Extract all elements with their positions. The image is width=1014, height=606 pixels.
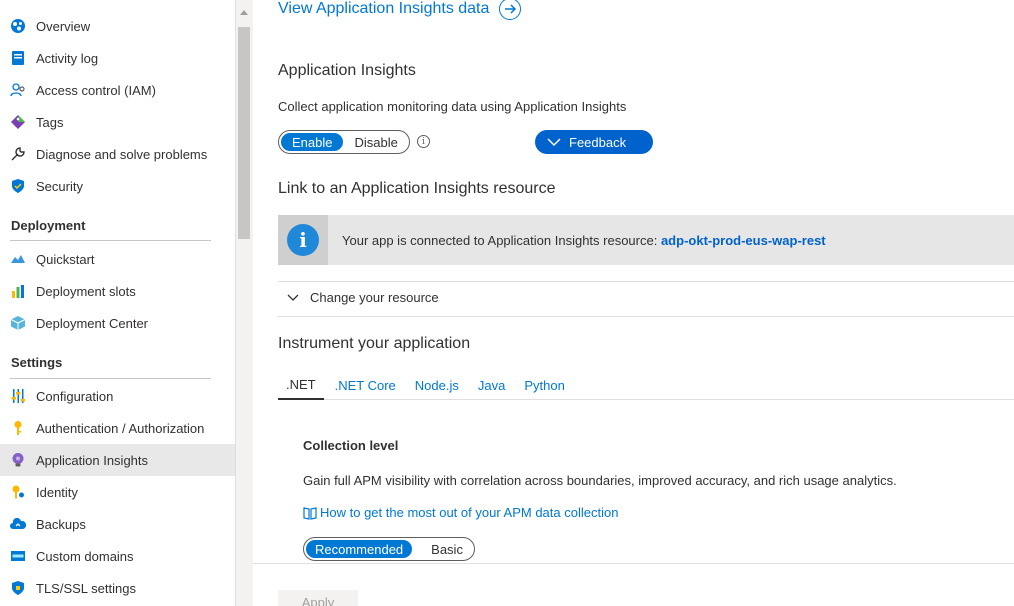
arrow-right-circle-icon	[499, 0, 522, 20]
divider	[278, 316, 1014, 317]
sidebar-item-label: Diagnose and solve problems	[36, 146, 208, 162]
domain-icon	[10, 548, 26, 564]
key-icon	[10, 420, 26, 436]
sidebar-scrollbar[interactable]	[235, 0, 253, 606]
sidebar-item-tls-ssl[interactable]: TLS/SSL settings	[0, 572, 235, 604]
info-bar-icon-cell: i	[278, 215, 328, 265]
sidebar-item-label: Backups	[36, 516, 86, 532]
sidebar-item-deployment-center[interactable]: Deployment Center	[0, 307, 235, 339]
section-title-app-insights: Application Insights	[278, 62, 416, 79]
sidebar-item-label: Activity log	[36, 50, 99, 66]
sidebar-item-configuration[interactable]: Configuration	[0, 380, 235, 412]
instrument-title: Instrument your application	[278, 335, 471, 352]
sidebar-item-label: Configuration	[36, 388, 114, 404]
collection-level-toggle[interactable]: Recommended Basic	[303, 537, 475, 561]
enable-disable-toggle[interactable]: Enable Disable	[278, 130, 410, 154]
collection-level-title: Collection level	[303, 438, 399, 453]
shield-icon	[10, 178, 26, 194]
section-heading-settings: Settings	[11, 355, 63, 370]
sidebar-item-activity-log[interactable]: Activity log	[0, 42, 235, 74]
section-description: Collect application monitoring data usin…	[278, 99, 627, 114]
connection-info-bar: i Your app is connected to Application I…	[278, 215, 1014, 265]
info-circle-icon: i	[287, 224, 319, 256]
toggle-disable-option[interactable]: Disable	[343, 133, 408, 151]
sidebar-item-custom-domains[interactable]: Custom domains	[0, 540, 235, 572]
sidebar-item-authentication[interactable]: Authentication / Authorization	[0, 412, 235, 444]
cloud-icon	[10, 251, 26, 267]
scroll-thumb[interactable]	[238, 27, 250, 239]
sidebar-item-security[interactable]: Security	[0, 170, 235, 202]
level-basic-option[interactable]: Basic	[412, 540, 482, 558]
sidebar: Overview Activity log Access control (IA…	[0, 0, 235, 606]
scroll-up-arrow-icon[interactable]	[240, 10, 248, 15]
overview-icon	[10, 18, 26, 34]
section-heading-deployment: Deployment	[11, 218, 86, 233]
feedback-button[interactable]: Feedback	[535, 130, 653, 154]
feedback-label: Feedback	[569, 134, 627, 150]
info-message: Your app is connected to Application Ins…	[342, 233, 826, 248]
link-resource-title: Link to an Application Insights resource	[278, 180, 556, 197]
sidebar-item-application-insights[interactable]: Application Insights	[0, 444, 235, 476]
identity-key-icon	[10, 484, 26, 500]
tab-dotnet[interactable]: .NET	[278, 370, 324, 400]
sidebar-item-label: Security	[36, 178, 83, 194]
sidebar-item-label: Access control (IAM)	[36, 82, 156, 98]
sidebar-item-backups[interactable]: Backups	[0, 508, 235, 540]
wrench-icon	[10, 146, 26, 162]
divider	[253, 563, 1014, 564]
activity-log-icon	[10, 50, 26, 66]
tab-nodejs[interactable]: Node.js	[407, 370, 467, 400]
view-insights-data-label: View Application Insights data	[278, 0, 490, 17]
change-resource-label: Change your resource	[310, 290, 439, 305]
info-message-text: Your app is connected to Application Ins…	[342, 232, 661, 248]
bar-chart-icon	[10, 283, 26, 299]
info-icon[interactable]: i	[417, 135, 430, 148]
people-icon	[10, 82, 26, 98]
sidebar-item-label: Custom domains	[36, 548, 134, 564]
apply-button[interactable]: Apply	[278, 590, 358, 606]
sidebar-item-label: Deployment slots	[36, 283, 136, 299]
sidebar-item-diagnose[interactable]: Diagnose and solve problems	[0, 138, 235, 170]
sliders-icon	[10, 388, 26, 404]
sidebar-item-deployment-slots[interactable]: Deployment slots	[0, 275, 235, 307]
cube-icon	[10, 315, 26, 331]
sidebar-item-overview[interactable]: Overview	[0, 10, 235, 42]
backup-cloud-icon	[10, 516, 26, 532]
language-tabs: .NET .NET Core Node.js Java Python	[278, 370, 1014, 400]
sidebar-item-label: Authentication / Authorization	[36, 420, 205, 436]
ssl-shield-icon	[10, 580, 26, 596]
tab-dotnet-core[interactable]: .NET Core	[327, 370, 404, 400]
toggle-enable-option[interactable]: Enable	[281, 133, 344, 151]
sidebar-item-access-control[interactable]: Access control (IAM)	[0, 74, 235, 106]
view-insights-data-link[interactable]: View Application Insights data	[278, 0, 522, 20]
book-icon	[303, 506, 317, 520]
collection-description: Gain full APM visibility with correlatio…	[303, 473, 897, 488]
tab-java[interactable]: Java	[470, 370, 513, 400]
divider	[10, 240, 211, 241]
main-content: View Application Insights data Applicati…	[253, 0, 1014, 606]
sidebar-item-label: Application Insights	[36, 452, 149, 468]
tab-python[interactable]: Python	[516, 370, 572, 400]
sidebar-item-label: Deployment Center	[36, 315, 148, 331]
level-recommended-option[interactable]: Recommended	[306, 540, 413, 558]
chevron-down-icon	[287, 294, 299, 301]
tag-icon	[10, 114, 26, 130]
sidebar-item-label: Quickstart	[36, 251, 95, 267]
sidebar-item-identity[interactable]: Identity	[0, 476, 235, 508]
apm-docs-link[interactable]: How to get the most out of your APM data…	[303, 505, 618, 520]
resource-link[interactable]: adp-okt-prod-eus-wap-rest	[661, 233, 826, 248]
sidebar-item-label: TLS/SSL settings	[36, 580, 136, 596]
chevron-down-icon	[547, 138, 561, 147]
sidebar-item-quickstart[interactable]: Quickstart	[0, 243, 235, 275]
sidebar-item-label: Tags	[36, 114, 64, 130]
sidebar-item-label: Overview	[36, 18, 91, 34]
sidebar-item-label: Identity	[36, 484, 78, 500]
divider	[278, 281, 1014, 282]
lightbulb-icon	[10, 452, 26, 468]
divider	[10, 378, 211, 379]
apm-docs-link-label: How to get the most out of your APM data…	[320, 505, 619, 520]
sidebar-item-tags[interactable]: Tags	[0, 106, 235, 138]
change-resource-expander[interactable]: Change your resource	[286, 290, 439, 305]
